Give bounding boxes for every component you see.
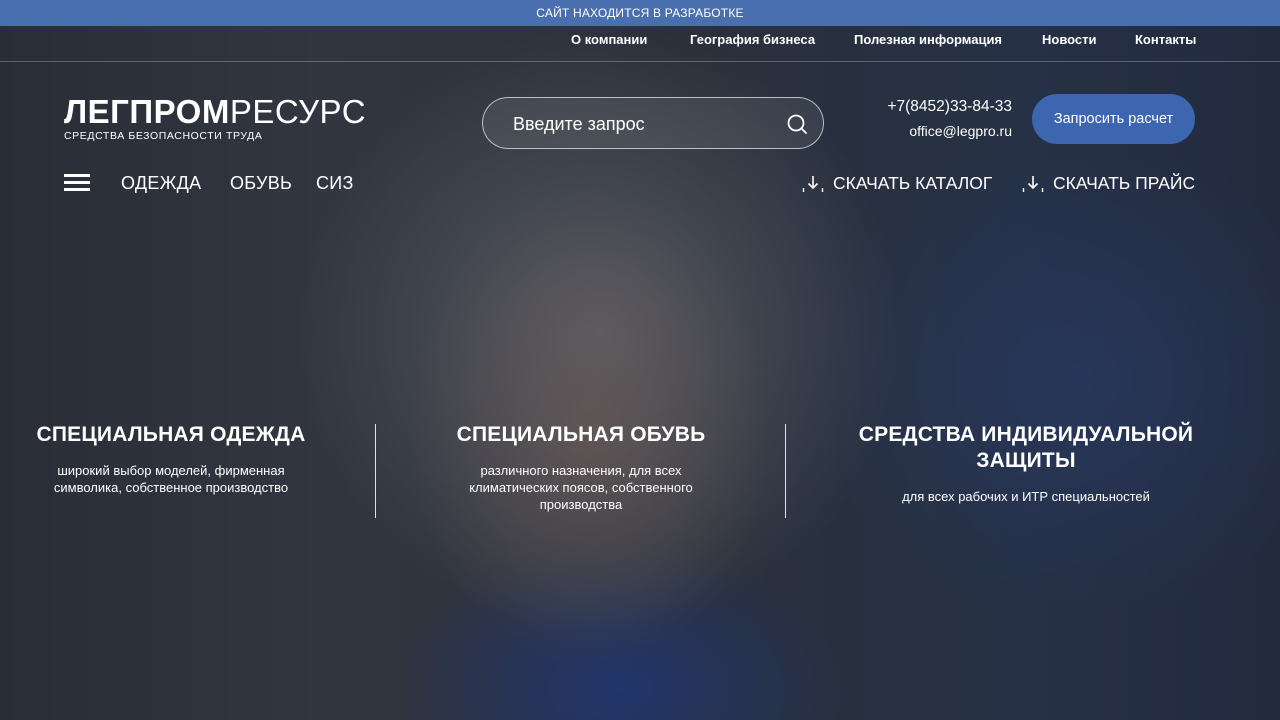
top-nav-contacts[interactable]: Контакты [1135,26,1196,54]
top-nav-useful-info[interactable]: Полезная информация [854,26,1002,54]
download-catalog-label: СКАЧАТЬ КАТАЛОГ [833,173,993,193]
top-navigation: О компании География бизнеса Полезная ин… [0,26,1280,62]
search-box [482,97,824,149]
development-banner: САЙТ НАХОДИТСЯ В РАЗРАБОТКЕ [0,0,1280,26]
download-price-label: СКАЧАТЬ ПРАЙС [1053,173,1196,193]
nav-clothing[interactable]: ОДЕЖДА [121,172,201,194]
feature-description-line: производства [539,497,623,512]
download-icon [1022,176,1044,192]
nav-footwear[interactable]: ОБУВЬ [230,172,292,194]
feature-special-clothing[interactable]: СПЕЦИАЛЬНАЯ ОДЕЖДА широкий выбор моделей… [20,422,322,496]
feature-title-line: СРЕДСТВА ИНДИВИДУАЛЬНОЙ [858,423,1194,446]
feature-description-line: широкий выбор моделей, фирменная [57,463,285,478]
request-quote-button[interactable]: Запросить расчет [1032,94,1195,144]
download-price-link[interactable]: СКАЧАТЬ ПРАЙС [1022,172,1196,194]
logo-tagline: СРЕДСТВА БЕЗОПАСНОСТИ ТРУДА [64,130,263,142]
search-icon[interactable] [786,113,808,135]
logo-wordmark: ЛЕГПРОМРЕСУРС [64,94,366,130]
hamburger-menu-icon[interactable] [64,174,90,192]
search-input[interactable] [513,110,783,138]
logo-part-1: ЛЕГПРОМ [64,93,230,130]
feature-description: для всех рабочих и ИТР специальностей [902,489,1150,504]
top-nav-geography[interactable]: География бизнеса [690,26,815,54]
logo-part-2: РЕСУРС [229,93,367,130]
feature-divider [375,424,376,518]
email-address[interactable]: office@legpro.ru [840,118,1012,144]
feature-description-line: символика, собственное производство [53,480,289,495]
site-logo[interactable]: ЛЕГПРОМРЕСУРС СРЕДСТВА БЕЗОПАСНОСТИ ТРУД… [64,94,366,143]
feature-description-line: различного назначения, для всех [480,463,682,478]
phone-number[interactable]: +7(8452)33-84-33 [840,96,1012,118]
nav-ppe[interactable]: СИЗ [316,172,354,194]
feature-description: широкий выбор моделей, фирменная символи… [20,462,322,496]
feature-title-line: ЗАЩИТЫ [976,449,1076,472]
top-nav-about[interactable]: О компании [571,26,647,54]
feature-title: СПЕЦИАЛЬНАЯ ОДЕЖДА [36,423,306,446]
feature-description: различного назначения, для всех климатич… [431,462,731,513]
feature-title: СПЕЦИАЛЬНАЯ ОБУВЬ [456,423,706,446]
feature-ppe[interactable]: СРЕДСТВА ИНДИВИДУАЛЬНОЙ ЗАЩИТЫ для всех … [830,422,1222,505]
feature-description-line: климатических поясов, собственного [469,480,693,495]
top-nav-news[interactable]: Новости [1042,26,1097,54]
contact-info: +7(8452)33-84-33 office@legpro.ru [840,96,1012,144]
feature-divider [785,424,786,518]
feature-title: СРЕДСТВА ИНДИВИДУАЛЬНОЙ ЗАЩИТЫ [830,422,1222,474]
development-banner-text: САЙТ НАХОДИТСЯ В РАЗРАБОТКЕ [536,6,744,20]
download-icon [802,176,824,192]
feature-special-footwear[interactable]: СПЕЦИАЛЬНАЯ ОБУВЬ различного назначения,… [431,422,731,513]
download-catalog-link[interactable]: СКАЧАТЬ КАТАЛОГ [802,172,996,194]
